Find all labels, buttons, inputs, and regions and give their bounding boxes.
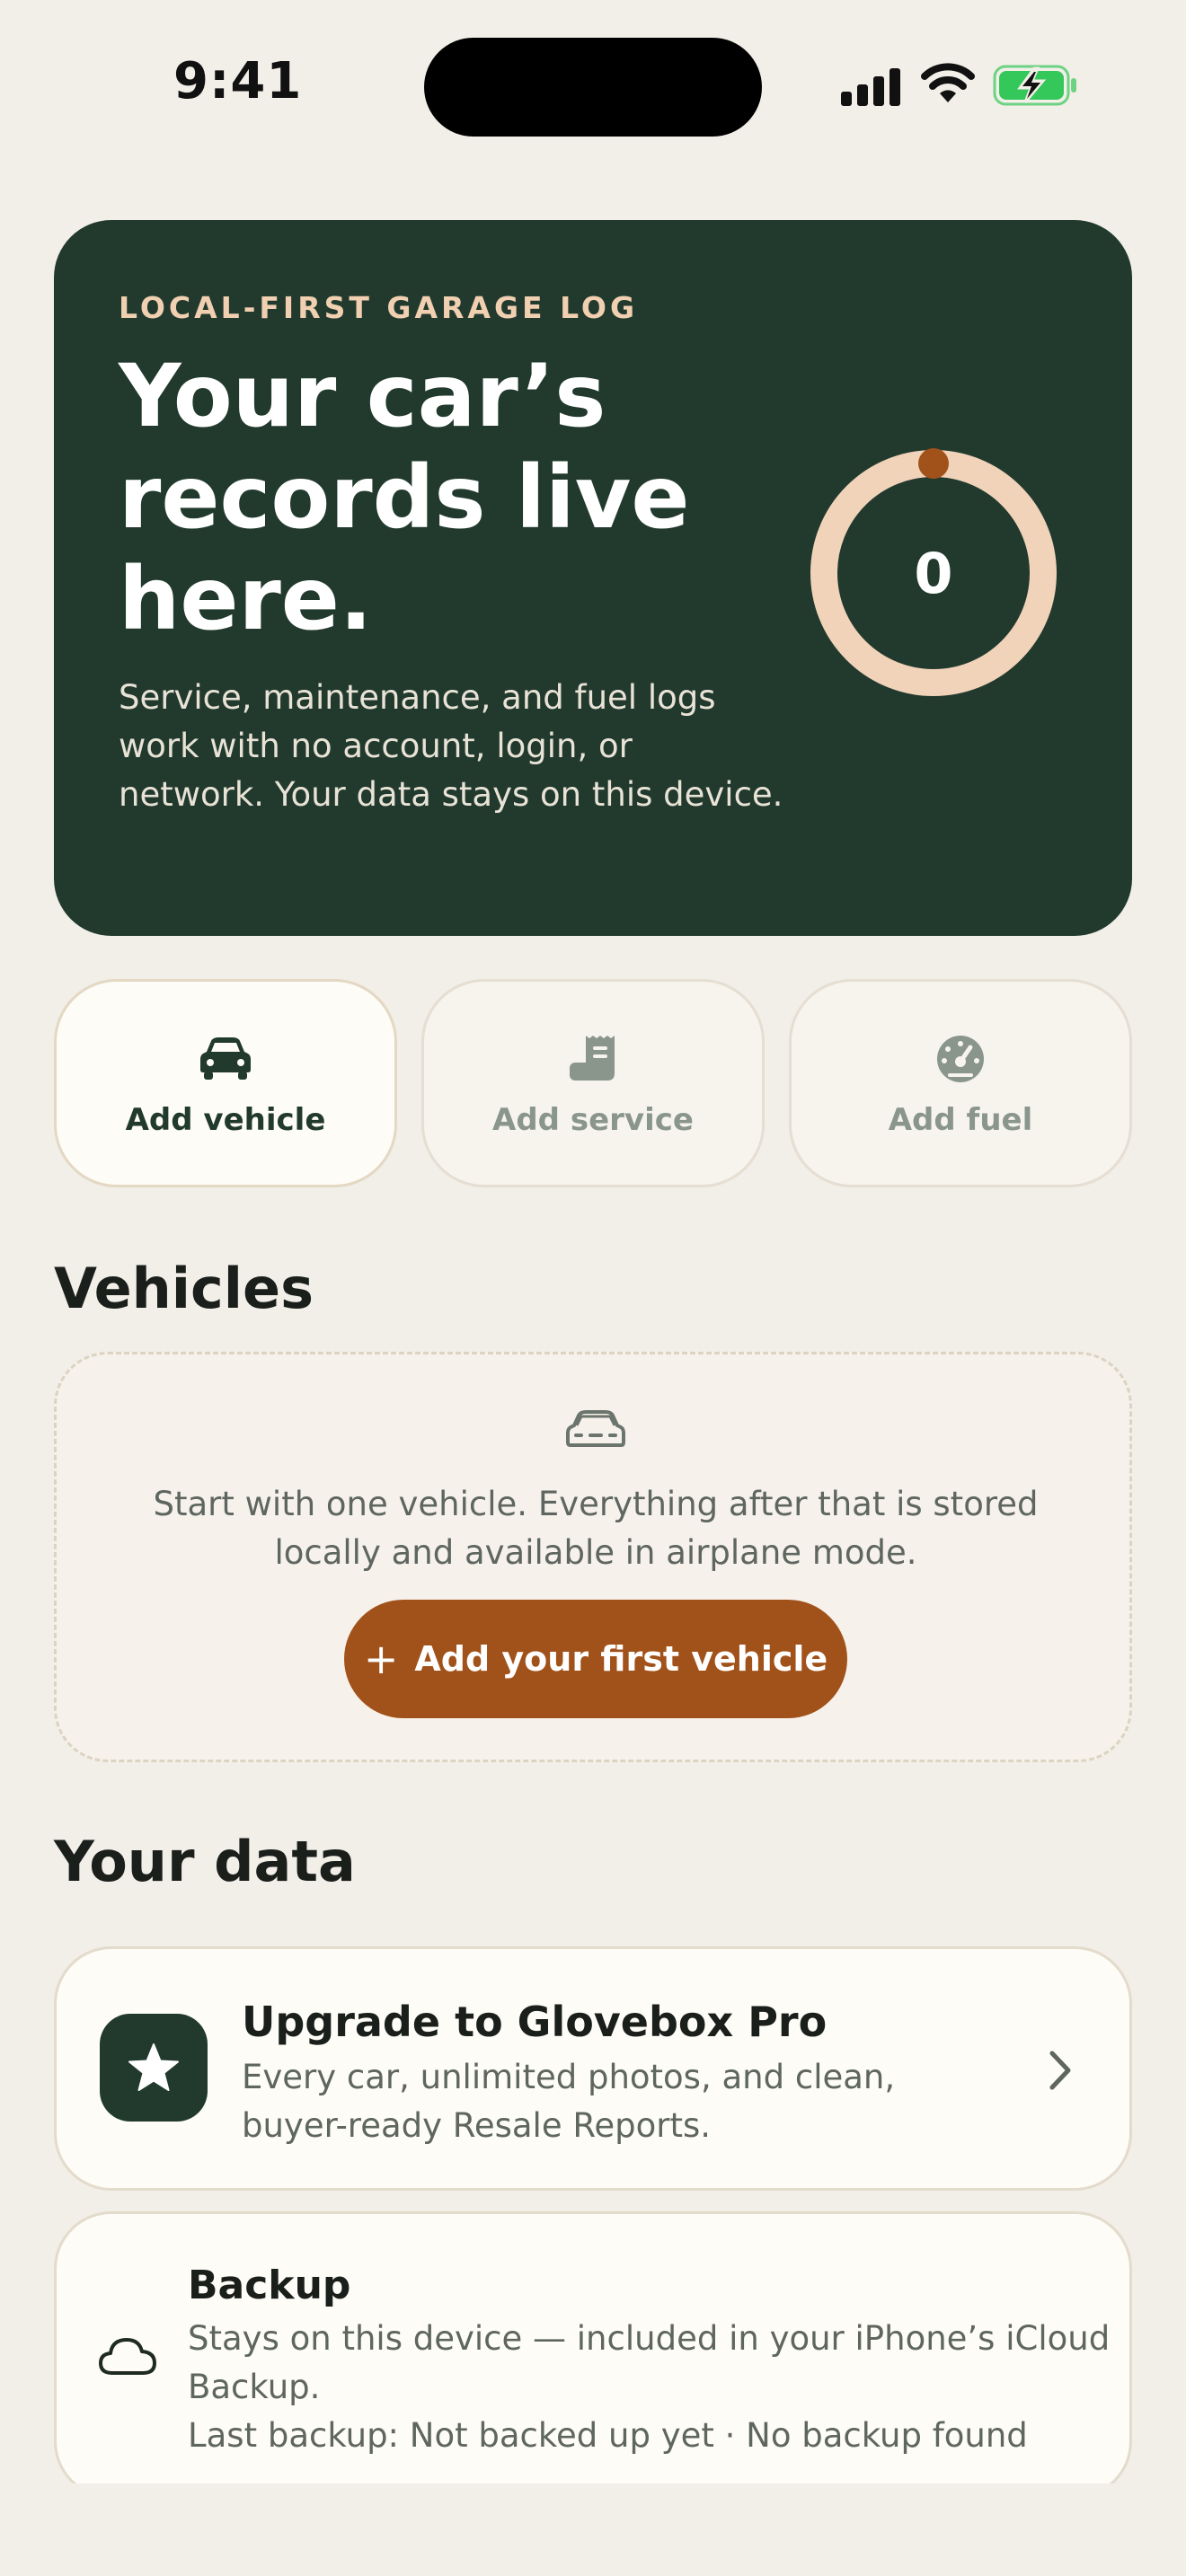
vehicles-empty-state: Start with one vehicle. Everything after… (54, 1352, 1132, 1762)
vehicle-count: 0 (914, 540, 953, 606)
backup-description-text: Stays on this device — included in your … (188, 2319, 1111, 2406)
backup-description: Stays on this device — included in your … (188, 2315, 1113, 2460)
status-time: 9:41 (173, 52, 303, 110)
car-icon (200, 1037, 251, 1080)
gauge-icon (937, 1036, 984, 1082)
hero-title-line: records live (119, 447, 690, 548)
pro-title: Upgrade to Glovebox Pro (242, 1998, 828, 2046)
chevron-right-icon (1049, 2051, 1071, 2090)
add-service-label: Add service (492, 1102, 694, 1138)
hero-card: LOCAL-FIRST GARAGE LOG Your car’s record… (54, 220, 1132, 936)
status-bar: 9:41 (0, 0, 1186, 153)
hero-title-line: Your car’s (119, 346, 606, 446)
car-outline-icon (566, 1410, 625, 1447)
hero-title: Your car’s records live here. (119, 346, 766, 650)
add-first-vehicle-label: Add your first vehicle (414, 1639, 828, 1679)
vehicles-empty-text: Start with one vehicle. Everything after… (153, 1485, 1039, 1572)
your-data-heading: Your data (54, 1829, 356, 1894)
add-vehicle-button[interactable]: Add vehicle (54, 979, 397, 1187)
backup-title: Backup (188, 2263, 351, 2308)
upgrade-pro-row[interactable]: Upgrade to Glovebox Pro Every car, unlim… (54, 1946, 1132, 2191)
vehicles-heading: Vehicles (54, 1256, 314, 1321)
add-fuel-label: Add fuel (888, 1102, 1033, 1138)
star-icon (128, 2043, 179, 2091)
backup-row[interactable]: Backup Stays on this device — included i… (54, 2211, 1132, 2499)
backup-status-text: Last backup: Not backed up yet · No back… (188, 2416, 1028, 2455)
add-service-button[interactable]: Add service (421, 979, 765, 1187)
battery-charging-icon (993, 65, 1076, 106)
quick-actions: Add vehicle Add service Add fuel (54, 979, 1132, 1187)
dynamic-island (424, 38, 762, 137)
hero-title-line: here. (119, 549, 373, 649)
cloud-icon (99, 2338, 156, 2375)
receipt-icon (570, 1036, 615, 1081)
add-fuel-button[interactable]: Add fuel (789, 979, 1132, 1187)
plus-icon: + (363, 1635, 399, 1683)
hero-description: Service, maintenance, and fuel logs work… (119, 678, 783, 814)
pro-badge (100, 2014, 208, 2122)
add-vehicle-label: Add vehicle (125, 1102, 326, 1138)
pro-description: Every car, unlimited photos, and clean, … (242, 2058, 896, 2145)
wifi-icon (921, 63, 975, 102)
cellular-signal-icon (841, 68, 900, 106)
bottom-fade (0, 2483, 1186, 2576)
add-first-vehicle-button[interactable]: + Add your first vehicle (344, 1600, 847, 1718)
hero-kicker: LOCAL-FIRST GARAGE LOG (119, 290, 639, 325)
